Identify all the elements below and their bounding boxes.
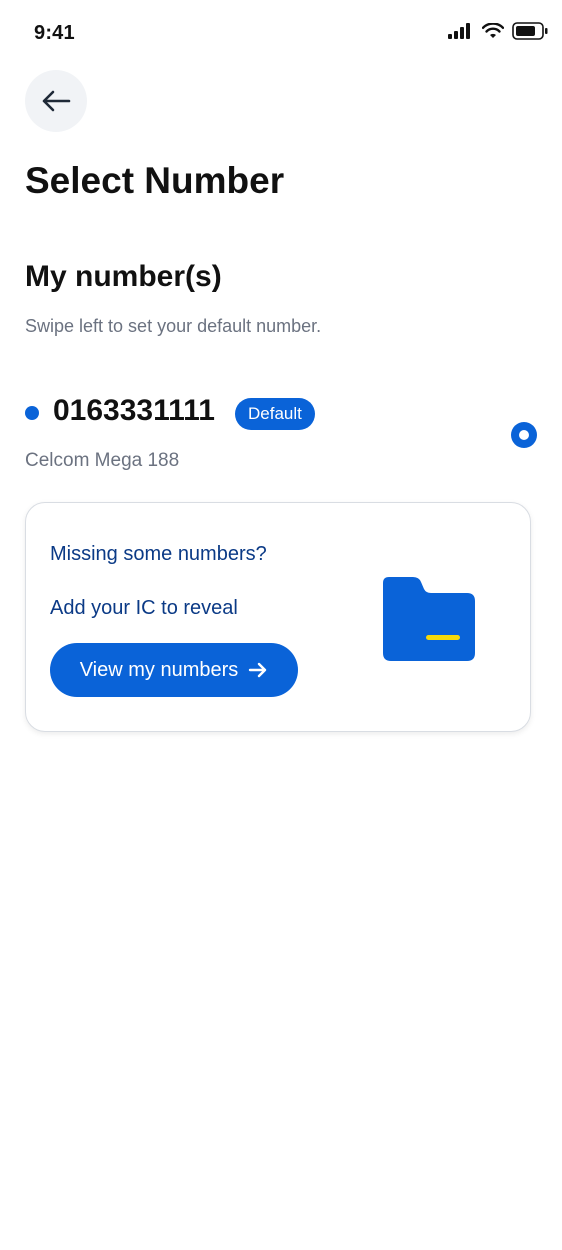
card-heading: Missing some numbers?: [50, 543, 267, 565]
arrow-left-icon: [42, 90, 71, 112]
back-button[interactable]: [25, 70, 87, 132]
card-subheading: Add your IC to reveal: [50, 597, 238, 619]
radio-selected-indicator: [519, 430, 529, 440]
view-my-numbers-button[interactable]: View my numbers: [50, 643, 298, 697]
status-icons: [448, 22, 548, 40]
status-time: 9:41: [34, 22, 75, 44]
cellular-signal-icon: [448, 23, 470, 39]
number-list-item[interactable]: 0163331111 Default Celcom Mega 188: [25, 392, 540, 482]
wifi-icon: [482, 23, 504, 38]
view-my-numbers-label: View my numbers: [79, 658, 239, 681]
section-title: My number(s): [25, 260, 222, 293]
number-radio-button[interactable]: [511, 422, 537, 448]
battery-icon: [512, 22, 548, 40]
status-bar: 9:41: [0, 0, 562, 64]
arrow-right-icon: [249, 662, 267, 678]
folder-icon: [383, 577, 475, 661]
page-title: Select Number: [25, 160, 285, 201]
missing-numbers-card: Missing some numbers? Add your IC to rev…: [25, 502, 531, 732]
phone-number: 0163331111: [53, 394, 215, 427]
plan-name: Celcom Mega 188: [25, 450, 180, 471]
active-indicator-dot: [25, 406, 39, 420]
default-badge: Default: [235, 398, 315, 430]
section-subtitle: Swipe left to set your default number.: [25, 316, 322, 336]
